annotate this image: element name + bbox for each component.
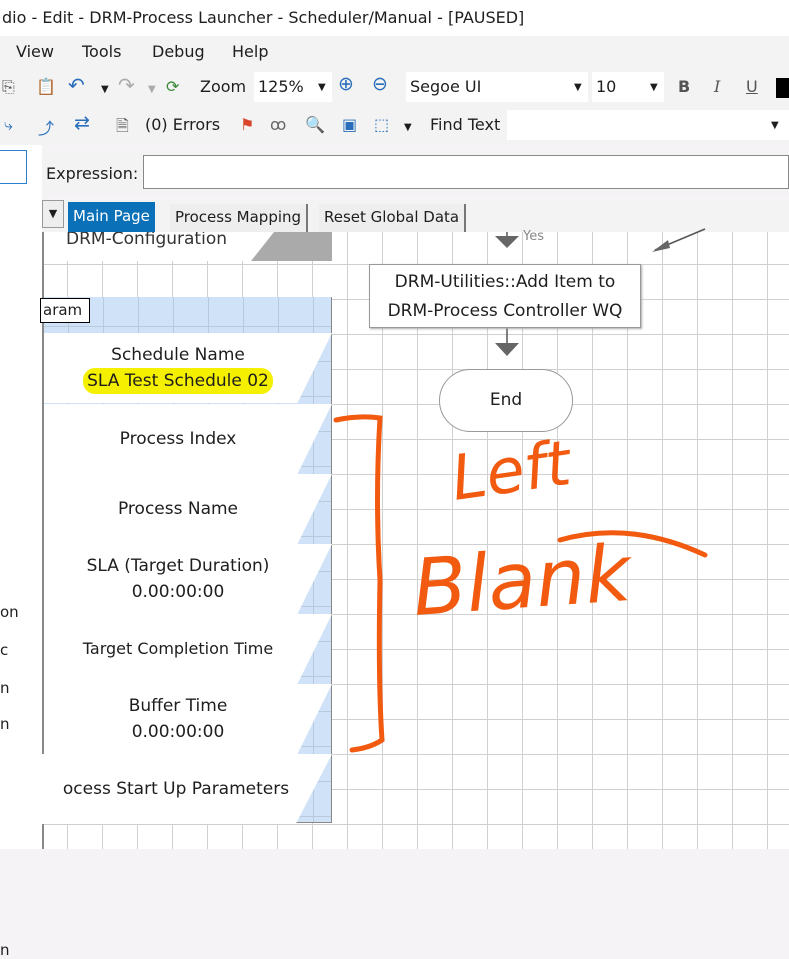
annotation-line1: Left — [447, 426, 577, 515]
annotation-line2: Blank — [410, 529, 636, 634]
handwritten-annotation: Left Blank — [333, 414, 708, 753]
bracket-mark — [333, 414, 385, 753]
left-panel-text: n — [0, 941, 10, 959]
